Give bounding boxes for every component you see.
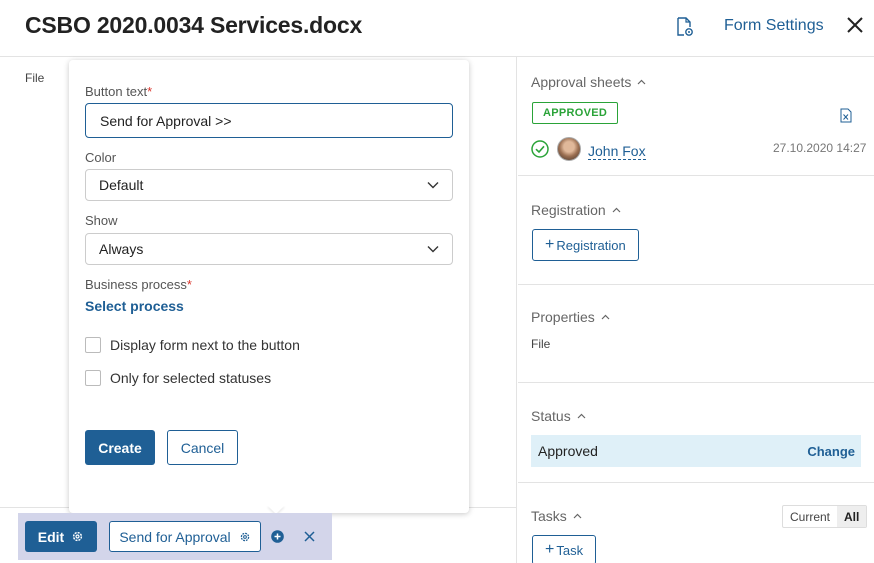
cancel-button[interactable]: Cancel	[167, 430, 238, 465]
selected-statuses-label: Only for selected statuses	[110, 370, 272, 386]
button-text-input[interactable]	[85, 103, 453, 138]
approval-date: 27.10.2020 14:27	[773, 141, 867, 155]
tasks-filter-all[interactable]: All	[837, 506, 867, 527]
properties-title: Properties	[531, 309, 595, 325]
create-button[interactable]: Create	[85, 430, 155, 465]
selected-statuses-checkbox[interactable]	[85, 370, 101, 386]
show-select[interactable]: Always	[85, 233, 453, 265]
properties-header[interactable]: Properties	[531, 309, 610, 325]
approval-sheets-title: Approval sheets	[531, 74, 632, 90]
registration-header[interactable]: Registration	[531, 202, 621, 218]
gear-icon[interactable]	[239, 531, 251, 543]
divider	[518, 284, 874, 285]
status-header[interactable]: Status	[531, 408, 586, 424]
status-title: Status	[531, 408, 571, 424]
close-icon[interactable]	[304, 531, 315, 542]
color-label: Color	[85, 150, 117, 165]
edit-button-label: Edit	[37, 528, 65, 545]
add-button-icon[interactable]	[271, 530, 284, 543]
chevron-up-icon	[577, 413, 586, 419]
send-for-approval-button[interactable]: Send for Approval	[109, 521, 261, 552]
display-form-label: Display form next to the button	[110, 337, 300, 353]
edit-button[interactable]: Edit	[25, 521, 97, 552]
header: CSBO 2020.0034 Services.docx Form Settin…	[0, 0, 874, 57]
chevron-up-icon	[637, 79, 646, 85]
required-mark: *	[186, 277, 192, 292]
approval-sheets-header[interactable]: Approval sheets	[531, 74, 646, 90]
excel-file-icon[interactable]	[840, 108, 852, 123]
plus-icon: +	[545, 541, 555, 558]
divider	[518, 382, 874, 383]
file-field-label: File	[25, 71, 45, 85]
tasks-title: Tasks	[531, 508, 567, 524]
gear-icon	[73, 531, 83, 542]
status-value: Approved	[538, 443, 598, 459]
button-settings-popup: Button text* Color Default Show Always B…	[69, 60, 469, 513]
page-title: CSBO 2020.0034 Services.docx	[25, 12, 363, 38]
display-form-option[interactable]: Display form next to the button	[85, 337, 300, 353]
display-form-checkbox[interactable]	[85, 337, 101, 353]
status-bar: Approved Change	[531, 435, 861, 467]
form-toolbar: Edit Send for Approval	[18, 513, 332, 560]
chevron-up-icon	[612, 207, 621, 213]
approved-badge: APPROVED	[532, 102, 619, 124]
divider	[518, 482, 874, 483]
tasks-filter-current[interactable]: Current	[783, 506, 837, 527]
page: CSBO 2020.0034 Services.docx Form Settin…	[0, 0, 874, 563]
avatar	[557, 137, 581, 161]
tasks-header[interactable]: Tasks	[531, 508, 582, 524]
plus-icon: +	[545, 236, 555, 253]
business-process-label: Business process*	[85, 277, 192, 292]
form-settings-link[interactable]: Form Settings	[724, 17, 824, 35]
document-settings-icon[interactable]	[676, 17, 694, 37]
select-process-link[interactable]: Select process	[85, 298, 184, 314]
send-for-approval-label: Send for Approval	[119, 528, 231, 545]
chevron-up-icon	[573, 513, 582, 519]
close-icon[interactable]	[845, 15, 865, 35]
property-file: File	[531, 337, 551, 351]
show-select-value: Always	[99, 241, 144, 257]
required-mark: *	[147, 84, 153, 99]
chevron-up-icon	[601, 314, 610, 320]
divider	[518, 175, 874, 176]
registration-button-label: Registration	[556, 237, 626, 253]
add-registration-button[interactable]: + Registration	[532, 229, 639, 261]
button-text-label: Button text*	[85, 84, 153, 99]
show-label: Show	[85, 213, 118, 228]
tasks-filter-toggle: Current All	[782, 505, 868, 528]
add-task-button[interactable]: + Task	[532, 535, 597, 563]
chevron-down-icon	[427, 246, 439, 253]
change-status-link[interactable]: Change	[807, 444, 855, 459]
color-select-value: Default	[99, 177, 144, 193]
right-panel: Approval sheets APPROVED John Fox 27.10.…	[518, 57, 874, 563]
color-select[interactable]: Default	[85, 169, 453, 201]
registration-title: Registration	[531, 202, 606, 218]
approver-name[interactable]: John Fox	[588, 143, 646, 160]
check-circle-icon	[531, 140, 549, 158]
task-button-label: Task	[556, 542, 584, 558]
selected-statuses-option[interactable]: Only for selected statuses	[85, 370, 271, 386]
chevron-down-icon	[427, 182, 439, 189]
